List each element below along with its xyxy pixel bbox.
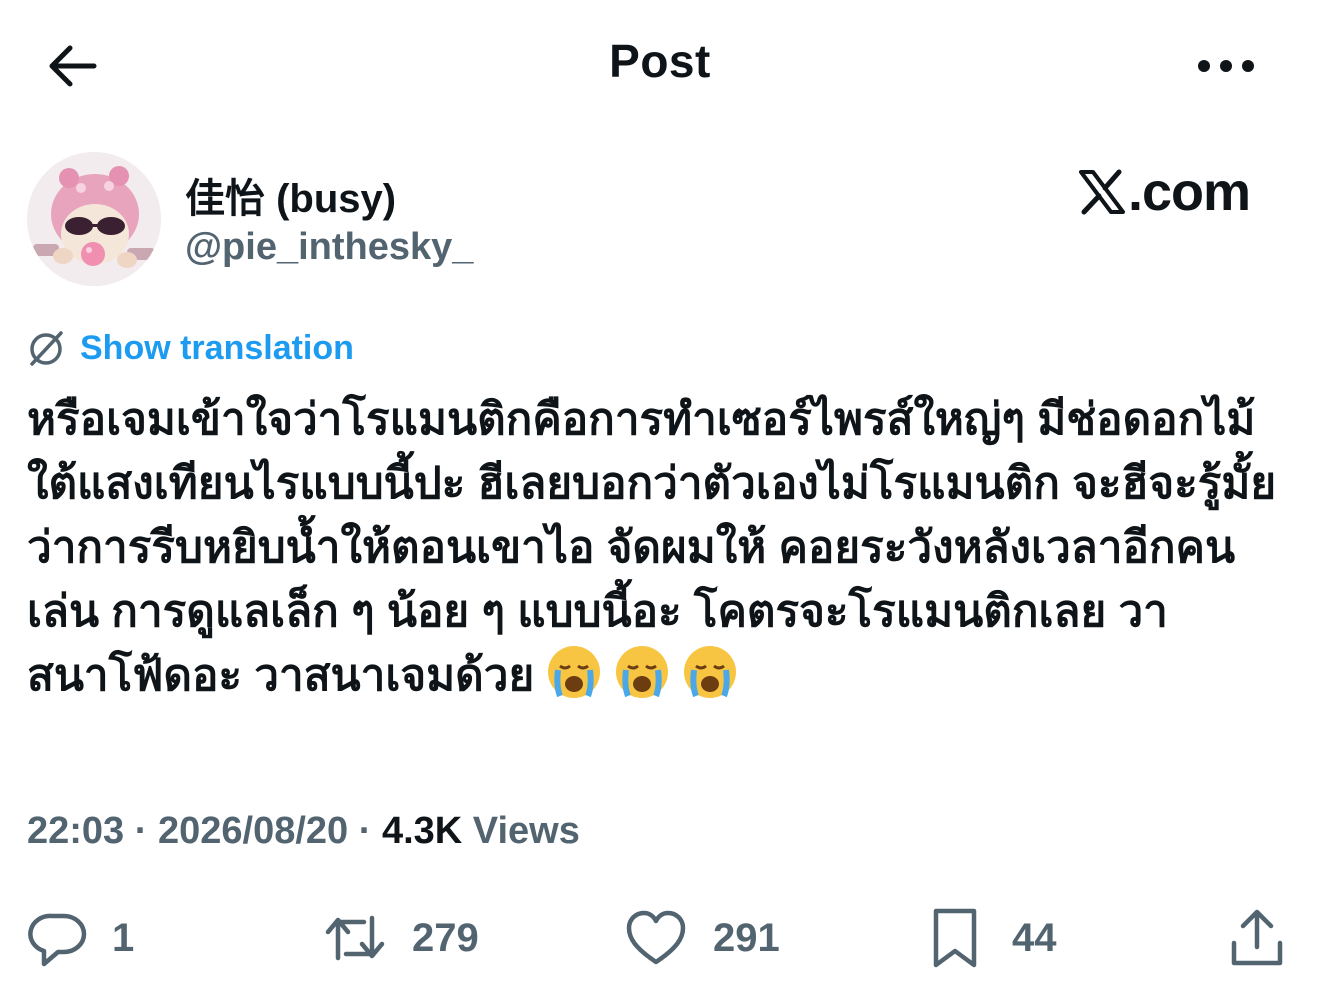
bookmark-icon — [933, 908, 977, 968]
crying-face-emoji — [614, 644, 670, 718]
like-button[interactable]: 291 — [625, 900, 780, 976]
more-horizontal-icon — [1198, 60, 1254, 72]
x-com-watermark: .com — [1078, 160, 1251, 224]
brand-suffix: .com — [1128, 162, 1251, 222]
bookmark-count: 44 — [1012, 915, 1057, 960]
post-meta: 22:03 · 2026/08/20 · 4.3K Views — [27, 810, 580, 853]
avatar-image — [27, 152, 161, 286]
show-translation-button[interactable]: Show translation — [26, 326, 354, 370]
crying-face-emoji — [546, 644, 602, 718]
author-display-name[interactable]: 佳怡 (busy) — [185, 166, 396, 224]
author-handle[interactable]: @pie_inthesky_ — [185, 226, 473, 269]
views-label: Views — [472, 810, 580, 852]
meta-separator: · — [358, 810, 372, 852]
show-translation-label: Show translation — [80, 328, 354, 367]
meta-separator: · — [134, 810, 148, 852]
reply-count: 1 — [112, 915, 135, 960]
views-count: 4.3K — [381, 810, 463, 852]
avatar[interactable] — [27, 152, 161, 286]
post-date[interactable]: 2026/08/20 — [158, 810, 348, 852]
like-count: 291 — [713, 915, 780, 960]
translate-globe-icon — [30, 331, 63, 366]
share-icon — [1231, 909, 1283, 966]
reply-icon — [28, 913, 87, 967]
arrow-left-icon — [49, 45, 97, 87]
page-title: Post — [609, 35, 711, 87]
post-time[interactable]: 22:03 — [27, 810, 124, 852]
page-title-container: Post — [0, 34, 1320, 88]
heart-icon — [626, 910, 686, 965]
repost-icon — [325, 915, 385, 961]
bookmark-button[interactable]: 44 — [928, 900, 1057, 976]
post-action-bar: 1 279 291 44 — [0, 900, 1320, 980]
back-button[interactable] — [36, 36, 108, 96]
repost-button[interactable]: 279 — [322, 900, 479, 976]
crying-face-emoji — [682, 644, 738, 718]
reply-button[interactable]: 1 — [28, 900, 134, 976]
more-options-button[interactable] — [1186, 40, 1266, 92]
repost-count: 279 — [412, 915, 479, 960]
post-text: หรือเจมเข้าใจว่าโรแมนติกคือการทำเซอร์ไพร… — [27, 388, 1297, 718]
x-logo-icon — [1079, 169, 1125, 215]
share-button[interactable] — [1228, 900, 1286, 976]
